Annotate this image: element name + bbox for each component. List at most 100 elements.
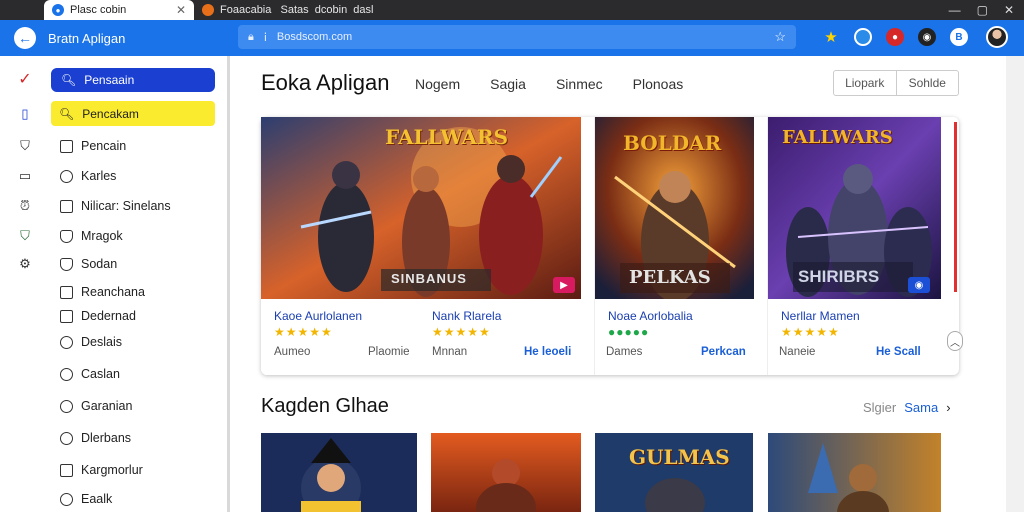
clock-icon [60,492,73,506]
segment-liopark[interactable]: Liopark [834,71,897,95]
back-button[interactable]: ← [14,27,36,49]
chevron-right-icon[interactable]: › [946,400,950,415]
game-name[interactable]: Nerllar Mamen [781,309,860,323]
extension-icon[interactable] [854,28,872,46]
card-icon[interactable]: ▭ [17,168,33,184]
rating-stars: ★★★★★ [432,325,491,339]
app-logo-icon[interactable]: ✓ [17,71,33,88]
sidebar-item[interactable]: Caslan [60,364,120,384]
shield-icon [60,229,73,243]
shield-icon[interactable]: ⛉ [17,138,33,154]
profile-letter-icon[interactable]: B [950,28,968,46]
square-icon [60,199,73,213]
sidebar-item-label: Reanchana [81,285,145,299]
sidebar-item-label: Sodan [81,257,118,271]
sidebar-item-highlighted[interactable]: 🔍︎ Pencakam [51,101,215,126]
circle-icon [60,431,73,445]
game-meta: Dames [606,346,643,358]
section-link[interactable]: Slgier [863,400,896,415]
featured-card[interactable]: FALLWARS SHIRIBRS ◉ Nerllar Mamen ★★★★★ … [767,117,941,375]
avatar[interactable] [986,26,1008,48]
sidebar-item-label: Karles [81,169,117,183]
game-thumbnail[interactable] [261,433,417,512]
sidebar-search-input[interactable]: 🔍︎ Pensaain [51,68,215,92]
game-thumbnail[interactable] [431,433,581,512]
game-thumbnail[interactable] [768,433,941,512]
segmented-control: Liopark Sohlde [833,70,959,96]
info-icon: ⅰ [263,31,267,44]
tab-plonoas[interactable]: Plonoas [633,76,684,92]
game-art-image: FALLWARS SHIRIBRS ◉ [768,117,941,299]
vertical-scrollbar[interactable] [1006,56,1024,512]
sidebar-item[interactable]: Deslais [60,332,122,352]
game-logo: FALLWARS [782,127,893,148]
sidebar-item[interactable]: Garanian [60,396,132,416]
address-bar[interactable]: 🔒︎ ⅰ Bosdscom.com ☆ [238,25,796,49]
close-tab-icon[interactable]: ✕ [176,3,186,17]
game-subtitle: SINBANUS [391,271,467,286]
rating-stars: ★★★★★ [781,325,840,339]
game-name[interactable]: Kaoe Aurlolanen [274,309,362,323]
maximize-icon[interactable]: ▢ [977,3,988,17]
sidebar-item-label: Pencain [81,139,127,153]
square-icon [60,139,73,153]
sidebar-item[interactable]: Nilicar: Sinelans [60,196,171,216]
carousel-edge-indicator [954,122,957,292]
circle-icon [60,169,73,183]
badge-icon[interactable]: ◉ [908,277,930,293]
video-badge-icon[interactable]: ▶ [553,277,575,293]
sidebar-item[interactable]: Eaalk [60,489,112,509]
sidebar-item[interactable]: Reanchana [60,282,145,302]
sidebar-item-label: Dlerbans [81,431,132,445]
tab-sagia[interactable]: Sagia [490,76,526,92]
sidebar-item-label: Garanian [81,399,133,413]
tab-favicon-icon: ● [52,4,64,16]
search-icon: 🔍︎ [61,73,77,87]
game-name[interactable]: Nank Rlarela [432,309,501,323]
bookmark-star-icon[interactable]: ☆ [774,29,786,45]
featured-card[interactable]: FALLWARS SINBANUS ▶ Kaoe Aurlolanen Nank… [261,117,581,375]
carousel-scroll-up-icon[interactable]: ︿ [947,331,963,351]
sidebar-item[interactable]: Karles [60,166,116,186]
shield-check-icon[interactable]: ⛉ [17,228,33,244]
see-all-link[interactable]: Sama [904,400,938,415]
sidebar-item-label: Caslan [81,367,120,381]
game-thumbnail[interactable]: GULMAS [595,433,753,512]
navigation-bar: ← Bratn Apligan 🔒︎ ⅰ Bosdscom.com ☆ ★ ● … [0,20,1024,56]
game-art-image: BOLDAR PELKAS [595,117,754,299]
rating-stars: ★★★★★ [274,325,333,339]
game-link[interactable]: Perkcan [701,346,746,358]
tab-sinmec[interactable]: Sinmec [556,76,603,92]
section-more-links: Slgier Sama › [863,400,951,415]
tab-inactive[interactable]: Foaacabia Satas dcobin dasl [194,0,414,20]
rating-dots: ●●●●● [608,325,650,339]
sidebar-item[interactable]: Mragok [60,226,123,246]
tab-active[interactable]: ● Plasc cobin ✕ [44,0,194,20]
featured-card[interactable]: BOLDAR PELKAS Noae Aorlobalia ●●●●● Dame… [594,117,754,375]
alarm-icon[interactable]: ⏰︎ [17,198,33,214]
sidebar: 🔍︎ Pensaain 🔍︎ Pencakam Pencain Karles Nil… [48,56,230,512]
window-controls: — ▢ ✕ [949,3,1024,17]
game-name[interactable]: Noae Aorlobalia [608,309,693,323]
gear-icon[interactable]: ⚙ [17,256,33,272]
close-window-icon[interactable]: ✕ [1004,3,1014,17]
game-subtitle: PELKAS [629,267,711,288]
extension-icon[interactable]: ● [886,28,904,46]
segment-sohlde[interactable]: Sohlde [897,71,959,95]
book-icon[interactable]: ▯ [17,106,33,122]
minimize-icon[interactable]: — [949,3,961,17]
sidebar-item-label: Nilicar: Sinelans [81,199,171,213]
sidebar-item[interactable]: Pencain [60,136,126,156]
sidebar-item[interactable]: Sodan [60,254,117,274]
extension-icon[interactable]: ◉ [918,28,936,46]
game-link[interactable]: He leoeli [524,346,571,358]
game-link[interactable]: He Scall [876,346,921,358]
sidebar-item[interactable]: Dlerbans [60,428,131,448]
square-icon [60,463,73,477]
sidebar-item[interactable]: Dedernad [60,306,136,326]
star-extension-icon[interactable]: ★ [822,28,840,46]
tab-nogem[interactable]: Nogem [415,76,460,92]
sidebar-item[interactable]: Kargmorlur [60,460,143,480]
tab-title: Plasc cobin [70,4,127,16]
featured-carousel: FALLWARS SINBANUS ▶ Kaoe Aurlolanen Nank… [261,117,963,375]
